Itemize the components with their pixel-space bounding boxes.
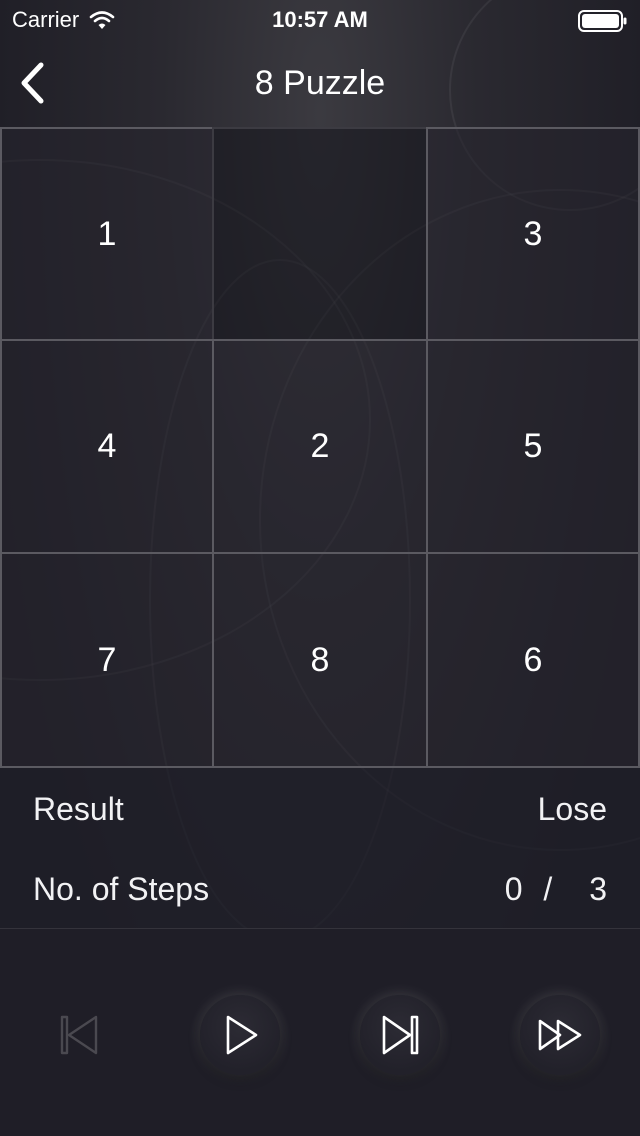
tile-0[interactable]: 1 — [0, 127, 214, 341]
result-row: Result Lose — [33, 779, 607, 839]
status-time: 10:57 AM — [272, 7, 368, 32]
navigation-bar: 8 Puzzle — [0, 40, 640, 128]
status-bar: Carrier 10:57 AM — [0, 0, 640, 40]
tile-6[interactable]: 7 — [0, 552, 214, 768]
steps-value: 0 / 3 — [505, 871, 607, 908]
tile-8[interactable]: 6 — [426, 552, 640, 768]
steps-total: 3 — [589, 870, 607, 907]
step-forward-button[interactable] — [360, 995, 440, 1075]
steps-separator: / — [543, 870, 553, 907]
rewind-to-start-icon — [60, 1015, 98, 1055]
tile-4[interactable]: 2 — [212, 339, 428, 554]
puzzle-board: 1 3 4 2 5 7 8 6 — [0, 127, 640, 768]
page-title: 8 Puzzle — [254, 64, 386, 102]
result-panel: Result Lose No. of Steps 0 / 3 — [0, 768, 640, 929]
fast-forward-icon — [538, 1019, 582, 1051]
playback-controls — [0, 929, 640, 1136]
steps-row: No. of Steps 0 / 3 — [33, 859, 607, 919]
rewind-to-start-button[interactable] — [40, 995, 120, 1075]
steps-current: 0 — [504, 870, 523, 907]
tile-2[interactable]: 3 — [426, 127, 640, 341]
battery-icon — [578, 10, 627, 32]
puzzle-screen: Carrier 10:57 AM 8 Puzzle 1 3 4 2 5 7 8 … — [0, 0, 640, 1136]
tile-7[interactable]: 8 — [212, 552, 428, 768]
result-value: Lose — [537, 790, 607, 827]
result-label: Result — [33, 790, 124, 827]
step-forward-icon — [382, 1015, 419, 1055]
steps-label: No. of Steps — [33, 870, 210, 907]
play-icon — [226, 1015, 258, 1055]
fast-forward-button[interactable] — [520, 995, 600, 1075]
empty-tile[interactable] — [212, 127, 428, 341]
tile-5[interactable]: 5 — [426, 339, 640, 554]
tile-3[interactable]: 4 — [0, 339, 214, 554]
play-button[interactable] — [200, 995, 280, 1075]
